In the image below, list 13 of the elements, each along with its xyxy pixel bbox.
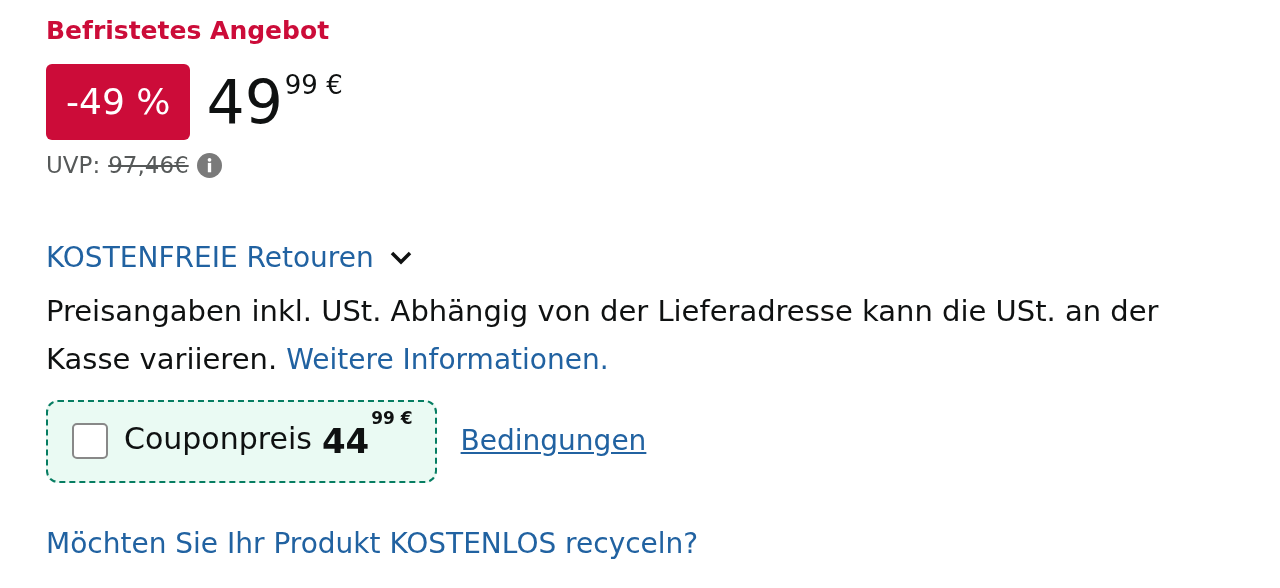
recycle-link[interactable]: Möchten Sie Ihr Produkt KOSTENLOS recyceln? [46, 522, 699, 565]
more-info-link[interactable]: Weitere Informationen. [286, 342, 609, 376]
returns-link[interactable]: KOSTENFREIE Retouren [46, 236, 374, 279]
list-price: 97,46€ [108, 151, 189, 180]
terms-link[interactable]: Bedingungen [460, 420, 647, 462]
deal-label: Befristetes Angebot [46, 15, 331, 47]
price-text: 49$^{99 €}$ [206, 65, 343, 139]
tax-note: Preisangaben inkl. USt. Abhängig von der Lieferadresse kann die USt. an der Kasse variieren. Weitere Informationen. [46, 292, 1160, 378]
chevron-icon[interactable] [389, 250, 412, 265]
list-price-label: UVP: [46, 151, 101, 180]
info-icon[interactable] [196, 152, 222, 178]
discount-label: -49 % [46, 64, 191, 140]
coupon-checkbox[interactable] [72, 423, 108, 459]
